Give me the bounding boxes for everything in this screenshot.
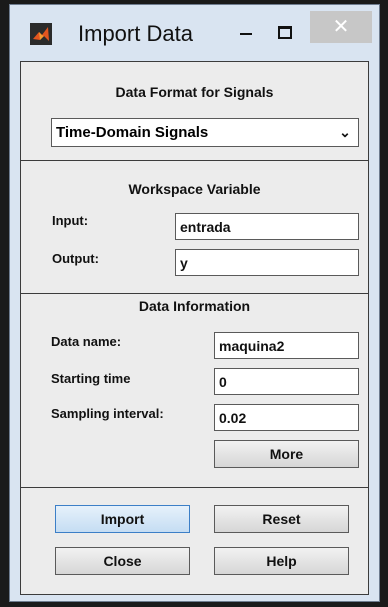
output-label: Output: [52,251,99,266]
import-button[interactable]: Import [55,505,190,533]
matlab-icon [30,23,52,45]
output-field[interactable]: y [175,249,359,276]
reset-button[interactable]: Reset [214,505,349,533]
data-name-label: Data name: [51,334,122,349]
data-format-panel: Data Format for Signals Time-Domain Sign… [21,62,368,161]
starting-time-label: Starting time [51,371,131,386]
workspace-variable-panel: Workspace Variable Input: entrada Output… [21,161,368,294]
signal-format-select[interactable]: Time-Domain Signals ⌄ [51,118,359,147]
starting-time-field[interactable]: 0 [214,368,359,395]
data-format-heading: Data Format for Signals [115,84,274,100]
workspace-variable-heading: Workspace Variable [128,181,261,197]
data-information-heading: Data Information [138,298,251,314]
sampling-interval-label: Sampling interval: [51,406,164,421]
help-button[interactable]: Help [214,547,349,575]
sampling-interval-field[interactable]: 0.02 [214,404,359,431]
import-data-window: Import Data ✕ Data Format for Signals Ti… [9,4,380,602]
maximize-button[interactable] [270,19,298,43]
minimize-button[interactable] [232,19,260,43]
close-button[interactable]: Close [55,547,190,575]
actions-panel: Import Reset Close Help [21,488,368,594]
close-window-button[interactable]: ✕ [310,11,372,43]
window-title: Import Data [78,21,193,46]
more-button[interactable]: More [214,440,359,468]
input-field[interactable]: entrada [175,213,359,240]
signal-format-value: Time-Domain Signals [56,124,209,141]
chevron-down-icon[interactable]: ⌄ [334,121,356,144]
title-bar[interactable]: Import Data ✕ [10,5,379,61]
data-name-field[interactable]: maquina2 [214,332,359,359]
data-information-panel: Data Information Data name: maquina2 Sta… [21,294,368,488]
input-label: Input: [52,213,89,228]
dialog-content: Data Format for Signals Time-Domain Sign… [20,61,369,595]
